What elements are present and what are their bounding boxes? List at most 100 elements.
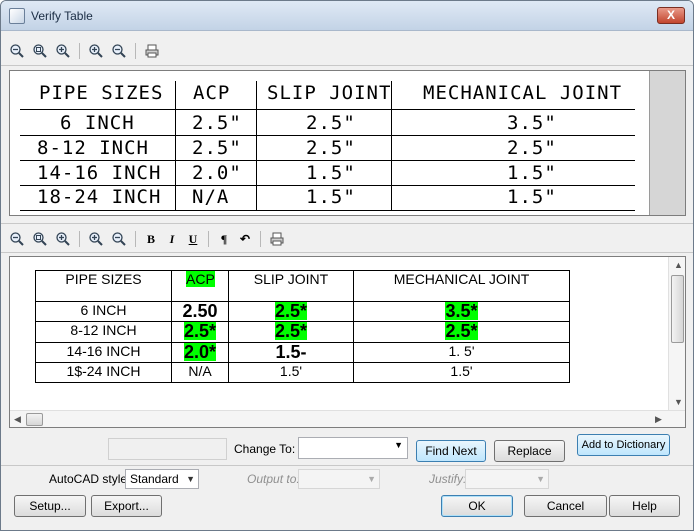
preview-header-pipe-sizes: PIPE SIZES xyxy=(39,82,164,104)
table-cell[interactable]: 1$-24 INCH xyxy=(35,362,172,383)
preview-header-slip-joint: SLIP JOINT xyxy=(267,82,392,104)
highlighted-text: 2.5* xyxy=(274,301,308,321)
export-button[interactable]: Export... xyxy=(91,495,162,517)
zoom-out-icon[interactable] xyxy=(7,41,27,61)
preview-cell: 14-16 INCH xyxy=(37,162,162,184)
highlighted-text: 2.5* xyxy=(183,321,217,341)
scroll-up-icon[interactable]: ▲ xyxy=(674,260,683,270)
replace-button[interactable]: Replace xyxy=(494,440,565,462)
chevron-down-icon[interactable]: ▼ xyxy=(186,470,195,488)
print-icon[interactable] xyxy=(267,229,287,249)
preview-cell: 1.5" xyxy=(507,186,557,208)
bold-button[interactable]: B xyxy=(142,229,160,249)
table-cell[interactable]: 2.5* xyxy=(171,321,229,343)
preview-cell: 1.5" xyxy=(507,162,557,184)
autocad-style-select[interactable]: Standard ▼ xyxy=(125,469,199,489)
setup-button[interactable]: Setup... xyxy=(14,495,86,517)
preview-cell: 3.5" xyxy=(507,112,557,134)
table-cell[interactable]: 2.50 xyxy=(171,301,229,322)
change-to-label: Change To: xyxy=(234,442,296,456)
preview-cell: 2.5" xyxy=(192,137,242,159)
zoom-in-2-icon[interactable] xyxy=(86,229,106,249)
close-button[interactable]: X xyxy=(657,7,685,24)
divider xyxy=(1,252,693,253)
preview-cell: 6 INCH xyxy=(60,112,135,134)
autocad-style-label: AutoCAD style: xyxy=(49,472,131,486)
vertical-scroll-thumb[interactable] xyxy=(671,275,684,343)
zoom-in-icon[interactable] xyxy=(53,229,73,249)
table-cell[interactable]: 2.0* xyxy=(171,342,229,363)
chevron-down-icon: ▼ xyxy=(367,474,376,484)
horizontal-scroll-thumb[interactable] xyxy=(26,413,43,426)
find-next-button[interactable]: Find Next xyxy=(416,440,486,462)
table-cell[interactable]: 1.5' xyxy=(353,362,570,383)
undo-button[interactable]: ↶ xyxy=(236,229,254,249)
preview-cell: N/A xyxy=(192,186,230,208)
paragraph-button[interactable]: ¶ xyxy=(215,229,233,249)
preview-cell: 1.5" xyxy=(306,186,356,208)
print-icon[interactable] xyxy=(142,41,162,61)
help-button[interactable]: Help xyxy=(609,495,680,517)
table-header-cell[interactable]: SLIP JOINT xyxy=(228,270,354,302)
cell-text: 2.50 xyxy=(182,301,218,321)
cell-text: 1.5- xyxy=(275,342,307,362)
zoom-in-2-icon[interactable] xyxy=(86,41,106,61)
scroll-left-icon[interactable]: ◀ xyxy=(14,414,21,425)
cancel-button[interactable]: Cancel xyxy=(524,495,607,517)
scroll-right-icon[interactable]: ▶ xyxy=(655,414,662,425)
change-to-combo[interactable]: ▼ xyxy=(298,437,408,459)
table-edit-pane[interactable]: PIPE SIZES ACP SLIP JOINT MECHANICAL JOI… xyxy=(9,256,686,428)
zoom-fit-icon[interactable] xyxy=(30,41,50,61)
italic-button[interactable]: I xyxy=(163,229,181,249)
toolbar-separator xyxy=(79,231,80,247)
table-cell[interactable]: 1.5' xyxy=(228,362,354,383)
table-cell[interactable]: 1.5- xyxy=(228,342,354,363)
zoom-out-icon[interactable] xyxy=(7,229,27,249)
vertical-scrollbar[interactable]: ▲ ▼ xyxy=(668,257,685,412)
highlighted-text: 2.5* xyxy=(445,321,478,341)
highlighted-text: 2.0* xyxy=(183,342,217,362)
preview-cell: 18-24 INCH xyxy=(37,186,162,208)
grid-line xyxy=(20,160,635,161)
toolbar-separator xyxy=(135,43,136,59)
preview-cell: 2.5" xyxy=(192,112,242,134)
output-to-label: Output to: xyxy=(247,472,300,486)
zoom-in-icon[interactable] xyxy=(53,41,73,61)
justify-select: ▼ xyxy=(465,469,549,489)
toolbar-separator xyxy=(79,43,80,59)
table-header-cell[interactable]: PIPE SIZES xyxy=(35,270,172,302)
table-cell[interactable]: N/A xyxy=(171,362,229,383)
preview-cell: 8-12 INCH xyxy=(37,137,149,159)
underline-button[interactable]: U xyxy=(184,229,202,249)
table-header-cell[interactable]: MECHANICAL JOINT xyxy=(353,270,570,302)
table-cell[interactable]: 2.5* xyxy=(353,321,570,343)
chevron-down-icon[interactable]: ▼ xyxy=(394,440,403,450)
preview-header-mechanical-joint: MECHANICAL JOINT xyxy=(423,82,623,104)
zoom-out-2-icon[interactable] xyxy=(109,229,129,249)
zoom-fit-icon[interactable] xyxy=(30,229,50,249)
add-to-dictionary-button[interactable]: Add to Dictionary xyxy=(577,434,670,456)
grid-line xyxy=(20,135,635,136)
table-cell[interactable]: 8-12 INCH xyxy=(35,321,172,343)
chevron-down-icon: ▼ xyxy=(536,474,545,484)
highlighted-text: 3.5* xyxy=(445,301,478,321)
preview-margin xyxy=(649,71,685,215)
table-header-cell[interactable]: ACP xyxy=(171,270,229,302)
output-to-select: ▼ xyxy=(298,469,380,489)
table-cell[interactable]: 3.5* xyxy=(353,301,570,322)
zoom-out-2-icon[interactable] xyxy=(109,41,129,61)
table-cell[interactable]: 14-16 INCH xyxy=(35,342,172,363)
ok-button[interactable]: OK xyxy=(441,495,513,517)
horizontal-scrollbar[interactable]: ◀ ▶ xyxy=(10,410,685,427)
grid-line xyxy=(20,109,635,110)
table-cell[interactable]: 6 INCH xyxy=(35,301,172,322)
preview-cell: 2.0" xyxy=(192,162,242,184)
justify-label: Justify: xyxy=(429,472,467,486)
table-cell[interactable]: 2.5* xyxy=(228,301,354,322)
grid-line xyxy=(20,210,635,211)
table-cell[interactable]: 2.5* xyxy=(228,321,354,343)
toolbar-separator xyxy=(208,231,209,247)
scroll-down-icon[interactable]: ▼ xyxy=(674,397,683,407)
divider xyxy=(1,465,693,466)
table-cell[interactable]: 1. 5' xyxy=(353,342,570,363)
